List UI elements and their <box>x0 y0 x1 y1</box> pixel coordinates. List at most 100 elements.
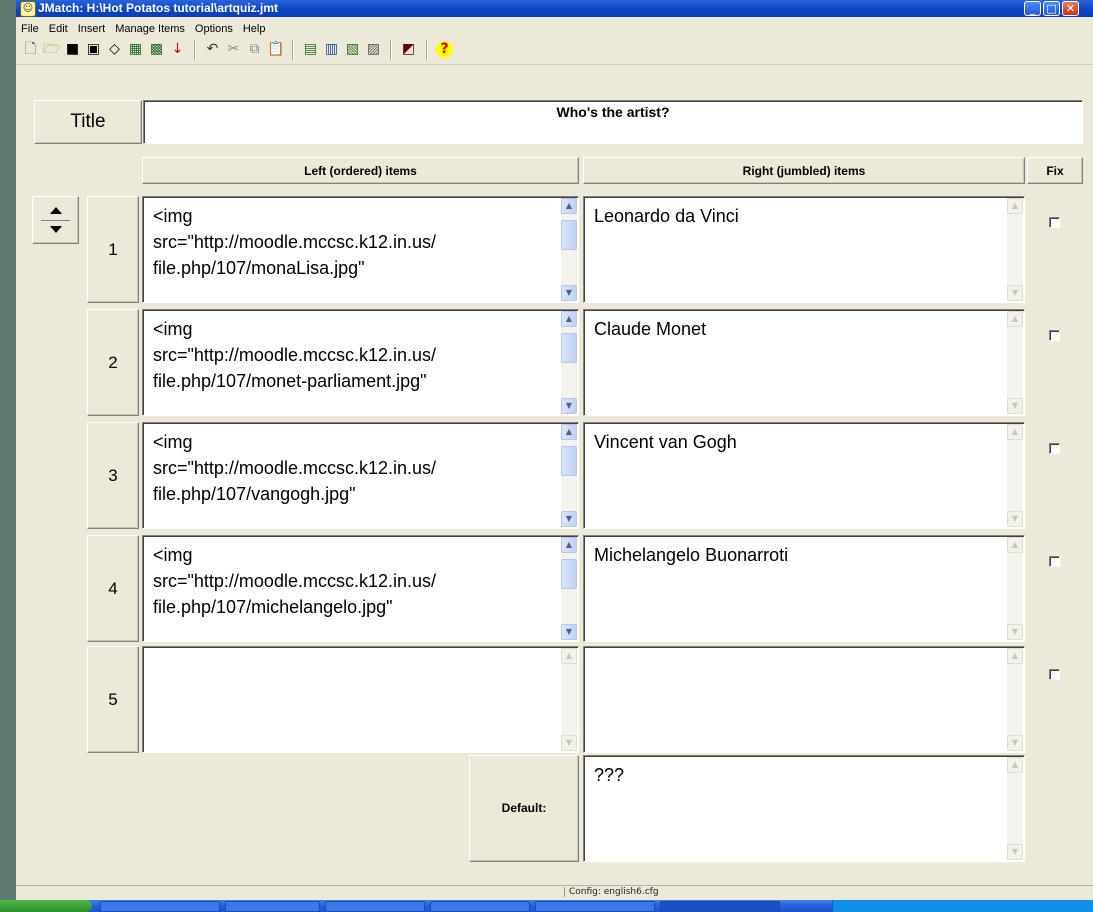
hotpot-icon-2[interactable]: ▥ <box>323 41 340 58</box>
scroll-up-icon[interactable]: ▲ <box>561 198 577 214</box>
scroll-up-icon[interactable]: ▲ <box>561 648 577 664</box>
hotpot-icon-3[interactable]: ▧ <box>344 41 361 58</box>
scrollbar[interactable]: ▲ ▼ <box>1007 311 1023 414</box>
fix-checkbox[interactable] <box>1049 556 1060 567</box>
scrollbar[interactable]: ▲ ▼ <box>561 198 577 301</box>
scroll-up-icon[interactable]: ▲ <box>561 424 577 440</box>
scrollbar[interactable]: ▲ ▼ <box>1007 198 1023 301</box>
jmatch-window: ☺ JMatch: H:\Hot Potatos tutorial\artqui… <box>16 0 1093 900</box>
menu-help[interactable]: Help <box>238 20 271 35</box>
scroll-up-icon[interactable]: ▲ <box>561 537 577 553</box>
masher-icon[interactable]: ◩ <box>400 41 417 58</box>
taskbar-item[interactable] <box>325 901 425 912</box>
menu-manage-items[interactable]: Manage Items <box>110 20 190 35</box>
right-item-textarea[interactable]: Claude Monet ▲ ▼ <box>583 309 1025 416</box>
left-item-textarea[interactable]: <img src="http://moodle.mccsc.k12.in.us/… <box>142 535 579 642</box>
left-item-text: <img src="http://moodle.mccsc.k12.in.us/… <box>153 206 436 278</box>
menu-edit[interactable]: Edit <box>44 20 73 35</box>
move-up-icon[interactable] <box>50 207 62 214</box>
taskbar-item[interactable] <box>100 901 220 912</box>
left-item-textarea[interactable]: ▲ ▼ <box>142 646 579 753</box>
minimize-button[interactable]: _ <box>1024 1 1041 16</box>
fix-checkbox[interactable] <box>1049 669 1060 680</box>
scroll-up-icon[interactable]: ▲ <box>1007 537 1023 553</box>
scrollbar[interactable]: ▲ ▼ <box>561 424 577 527</box>
left-item-textarea[interactable]: <img src="http://moodle.mccsc.k12.in.us/… <box>142 422 579 529</box>
scroll-down-icon[interactable]: ▼ <box>561 285 577 301</box>
hotpot-icon-4[interactable]: ▨ <box>365 41 382 58</box>
scroll-up-icon[interactable]: ▲ <box>1007 311 1023 327</box>
row-number-button[interactable]: 5 <box>87 646 139 753</box>
scroll-up-icon[interactable]: ▲ <box>1007 648 1023 664</box>
scrollbar[interactable]: ▲ ▼ <box>1007 757 1023 860</box>
move-row-updown[interactable] <box>32 196 79 244</box>
cut-icon[interactable]: ✂ <box>225 41 242 58</box>
right-item-textarea[interactable]: Michelangelo Buonarroti ▲ ▼ <box>583 535 1025 642</box>
eraser-icon[interactable]: ◇ <box>106 41 123 58</box>
taskbar-item-active[interactable] <box>660 901 780 912</box>
save-as-icon[interactable]: ▣ <box>85 41 102 58</box>
scroll-thumb[interactable] <box>561 559 577 589</box>
scroll-down-icon[interactable]: ▼ <box>1007 624 1023 640</box>
open-folder-icon[interactable]: 🗁 <box>43 41 60 58</box>
scrollbar[interactable]: ▲ ▼ <box>1007 648 1023 751</box>
scroll-down-icon[interactable]: ▼ <box>1007 398 1023 414</box>
down-arrow-icon[interactable]: ↓ <box>169 41 186 58</box>
fix-checkbox[interactable] <box>1049 217 1060 228</box>
scrollbar[interactable]: ▲ ▼ <box>1007 424 1023 527</box>
row-number-button[interactable]: 1 <box>87 196 139 303</box>
create-web-page-v6-icon[interactable]: ▩ <box>148 41 165 58</box>
title-input[interactable]: Who's the artist? <box>143 100 1083 144</box>
row-number-button[interactable]: 4 <box>87 535 139 642</box>
create-web-page-icon[interactable]: ▦ <box>127 41 144 58</box>
scroll-down-icon[interactable]: ▼ <box>561 398 577 414</box>
undo-icon[interactable]: ↶ <box>204 41 221 58</box>
scroll-down-icon[interactable]: ▼ <box>561 624 577 640</box>
scrollbar[interactable]: ▲ ▼ <box>561 311 577 414</box>
row-number-button[interactable]: 3 <box>87 422 139 529</box>
help-icon[interactable]: ? <box>436 41 453 58</box>
scroll-down-icon[interactable]: ▼ <box>561 511 577 527</box>
move-down-icon[interactable] <box>50 226 62 233</box>
hotpot-icon-1[interactable]: ▤ <box>302 41 319 58</box>
taskbar-item[interactable] <box>535 901 655 912</box>
right-item-textarea[interactable]: Leonardo da Vinci ▲ ▼ <box>583 196 1025 303</box>
taskbar-item[interactable] <box>225 901 320 912</box>
close-button[interactable]: ✕ <box>1062 1 1079 16</box>
title-button[interactable]: Title <box>34 100 142 144</box>
scroll-down-icon[interactable]: ▼ <box>1007 511 1023 527</box>
menu-file[interactable]: File <box>16 20 44 35</box>
taskbar-item[interactable] <box>430 901 530 912</box>
scroll-up-icon[interactable]: ▲ <box>1007 757 1023 773</box>
scroll-down-icon[interactable]: ▼ <box>561 735 577 751</box>
scroll-up-icon[interactable]: ▲ <box>561 311 577 327</box>
scroll-down-icon[interactable]: ▼ <box>1007 285 1023 301</box>
paste-icon[interactable]: 📋 <box>267 41 284 58</box>
scroll-up-icon[interactable]: ▲ <box>1007 198 1023 214</box>
scroll-up-icon[interactable]: ▲ <box>1007 424 1023 440</box>
scroll-down-icon[interactable]: ▼ <box>1007 844 1023 860</box>
scroll-thumb[interactable] <box>561 333 577 363</box>
title-bar[interactable]: ☺ JMatch: H:\Hot Potatos tutorial\artqui… <box>16 0 1093 17</box>
scroll-down-icon[interactable]: ▼ <box>1007 735 1023 751</box>
scrollbar[interactable]: ▲ ▼ <box>561 537 577 640</box>
left-item-textarea[interactable]: <img src="http://moodle.mccsc.k12.in.us/… <box>142 309 579 416</box>
fix-checkbox[interactable] <box>1049 443 1060 454</box>
menu-options[interactable]: Options <box>190 20 238 35</box>
scroll-thumb[interactable] <box>561 446 577 476</box>
right-item-textarea[interactable]: Vincent van Gogh ▲ ▼ <box>583 422 1025 529</box>
left-item-textarea[interactable]: <img src="http://moodle.mccsc.k12.in.us/… <box>142 196 579 303</box>
save-icon[interactable]: ■ <box>64 41 81 58</box>
start-button[interactable] <box>0 900 92 912</box>
scroll-thumb[interactable] <box>561 220 577 250</box>
default-textarea[interactable]: ??? ▲ ▼ <box>583 755 1025 862</box>
fix-checkbox[interactable] <box>1049 330 1060 341</box>
menu-insert[interactable]: Insert <box>73 20 111 35</box>
copy-icon[interactable]: ⧉ <box>246 41 263 58</box>
right-item-textarea[interactable]: ▲ ▼ <box>583 646 1025 753</box>
scrollbar[interactable]: ▲ ▼ <box>1007 537 1023 640</box>
row-number-button[interactable]: 2 <box>87 309 139 416</box>
new-file-icon[interactable]: 🗋 <box>22 41 39 58</box>
maximize-button[interactable]: □ <box>1043 1 1060 16</box>
scrollbar[interactable]: ▲ ▼ <box>561 648 577 751</box>
